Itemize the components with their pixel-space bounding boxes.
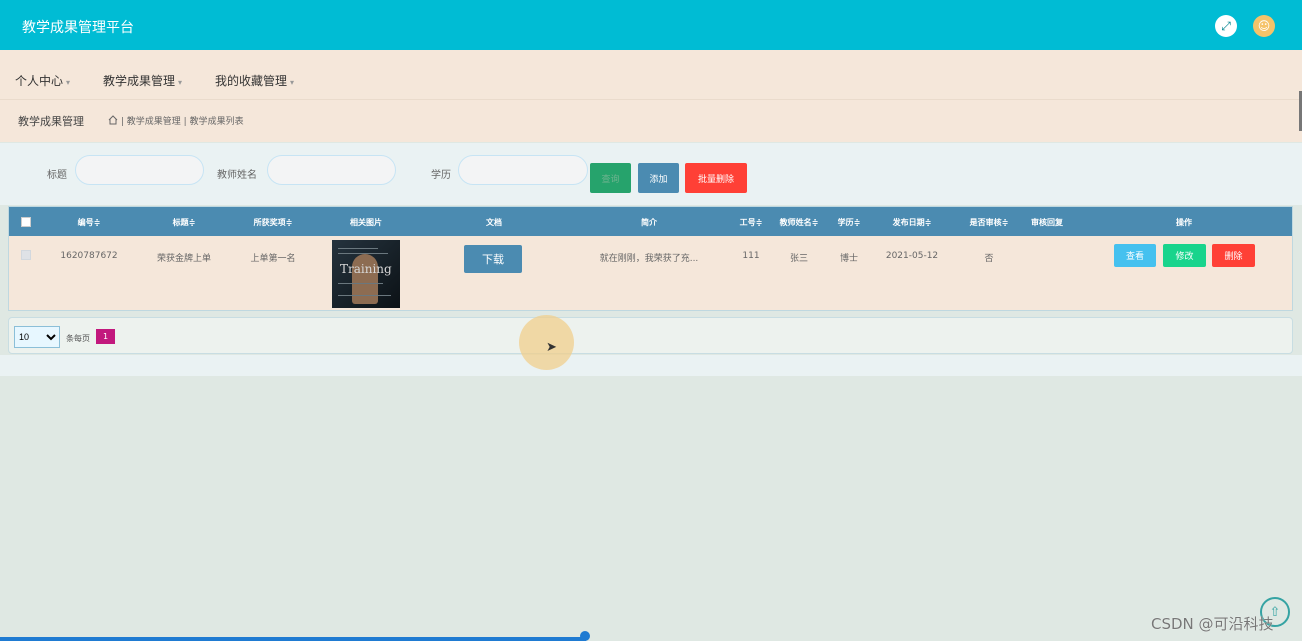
content-footer bbox=[0, 355, 1302, 376]
header-actions: 操作 bbox=[1176, 218, 1192, 227]
nav-teaching-results[interactable]: 教学成果管理 ▾ bbox=[103, 72, 182, 89]
table-header: 编号≑ 标题≑ 所获奖项≑ 相关图片 文档 简介 工号≑ 教师姓名≑ 学历≑ 发… bbox=[9, 207, 1292, 236]
top-app-bar: 教学成果管理平台 ⤢ ☺ bbox=[0, 0, 1302, 50]
add-button[interactable]: 添加 bbox=[638, 163, 679, 193]
chevron-down-icon: ▾ bbox=[178, 78, 183, 87]
image-caption-training: Training bbox=[340, 262, 392, 276]
page-number-current[interactable]: 1 bbox=[96, 329, 115, 344]
chevron-down-icon: ▾ bbox=[290, 78, 295, 87]
header-publish-date[interactable]: 发布日期≑ bbox=[893, 217, 932, 228]
header-id[interactable]: 编号≑ bbox=[78, 217, 101, 228]
row-publish-date: 2021-05-12 bbox=[885, 251, 939, 261]
breadcrumb: | 教学成果管理 | 教学成果列表 bbox=[108, 114, 244, 127]
bottom-progress-bar bbox=[0, 637, 586, 641]
teacher-search-input[interactable] bbox=[267, 155, 396, 185]
teacher-label: 教师姓名 bbox=[217, 170, 257, 181]
breadcrumb-link[interactable]: 教学成果管理 bbox=[127, 117, 181, 127]
header-approved[interactable]: 是否审核≑ bbox=[970, 217, 1009, 228]
select-all-checkbox[interactable] bbox=[21, 217, 31, 227]
search-button[interactable]: 查询 bbox=[590, 163, 631, 193]
row-approved: 否 bbox=[984, 254, 994, 264]
search-panel: 标题 教师姓名 学历 查询 添加 批量删除 bbox=[0, 143, 1302, 205]
batch-delete-button[interactable]: 批量删除 bbox=[685, 163, 747, 193]
header-teacher[interactable]: 教师姓名≑ bbox=[780, 217, 819, 228]
title-label: 标题 bbox=[47, 170, 67, 181]
header-title[interactable]: 标题≑ bbox=[173, 217, 196, 228]
user-avatar-icon[interactable]: ☺ bbox=[1253, 15, 1275, 37]
related-image[interactable]: Training bbox=[332, 240, 400, 308]
header-intro: 简介 bbox=[641, 218, 657, 227]
breadcrumb-bar: 教学成果管理 | 教学成果管理 | 教学成果列表 bbox=[0, 100, 1302, 142]
row-id: 1620787672 bbox=[60, 251, 118, 261]
header-related-image: 相关图片 bbox=[350, 218, 382, 227]
chevron-down-icon: ▾ bbox=[66, 78, 71, 87]
watermark-text: CSDN @可沿科技 bbox=[1151, 615, 1274, 633]
row-education: 博士 bbox=[839, 254, 859, 264]
download-button[interactable]: 下载 bbox=[464, 245, 522, 273]
header-job-number[interactable]: 工号≑ bbox=[740, 217, 763, 228]
header-review-reply: 审核回复 bbox=[1031, 218, 1063, 227]
education-search-input[interactable] bbox=[458, 155, 588, 185]
nav-my-favorites[interactable]: 我的收藏管理 ▾ bbox=[215, 72, 294, 89]
view-button[interactable]: 查看 bbox=[1114, 244, 1156, 267]
main-navigation: 个人中心 ▾ 教学成果管理 ▾ 我的收藏管理 ▾ bbox=[0, 50, 1302, 100]
row-award: 上单第一名 bbox=[250, 254, 296, 264]
breadcrumb-current: 教学成果列表 bbox=[189, 117, 244, 127]
row-title: 荣获金牌上单 bbox=[156, 254, 212, 264]
mouse-cursor-icon: ➤ bbox=[546, 340, 557, 355]
header-award[interactable]: 所获奖项≑ bbox=[254, 217, 293, 228]
nav-personal-center[interactable]: 个人中心 ▾ bbox=[15, 72, 70, 89]
row-job-number: 111 bbox=[742, 251, 760, 261]
title-search-input[interactable] bbox=[75, 155, 204, 185]
app-title: 教学成果管理平台 bbox=[22, 20, 134, 36]
per-page-label: 条每页 bbox=[66, 334, 90, 343]
page-title: 教学成果管理 bbox=[18, 115, 84, 128]
education-label: 学历 bbox=[431, 170, 451, 181]
home-icon[interactable] bbox=[108, 115, 118, 125]
results-table: 编号≑ 标题≑ 所获奖项≑ 相关图片 文档 简介 工号≑ 教师姓名≑ 学历≑ 发… bbox=[8, 206, 1293, 311]
delete-button[interactable]: 删除 bbox=[1212, 244, 1255, 267]
table-row: 1620787672 荣获金牌上单 上单第一名 Training 下载 就在刚刚… bbox=[9, 236, 1292, 310]
header-education[interactable]: 学历≑ bbox=[838, 217, 861, 228]
row-checkbox[interactable] bbox=[21, 250, 31, 260]
row-teacher: 张三 bbox=[789, 254, 809, 264]
pagination: 10 条每页 1 bbox=[8, 317, 1293, 354]
header-document: 文档 bbox=[486, 218, 502, 227]
row-intro: 就在刚刚，我荣获了充... bbox=[599, 254, 699, 264]
edit-button[interactable]: 修改 bbox=[1163, 244, 1206, 267]
progress-knob[interactable] bbox=[580, 631, 590, 641]
page-size-select[interactable]: 10 bbox=[14, 326, 60, 348]
fullscreen-icon[interactable]: ⤢ bbox=[1215, 15, 1237, 37]
